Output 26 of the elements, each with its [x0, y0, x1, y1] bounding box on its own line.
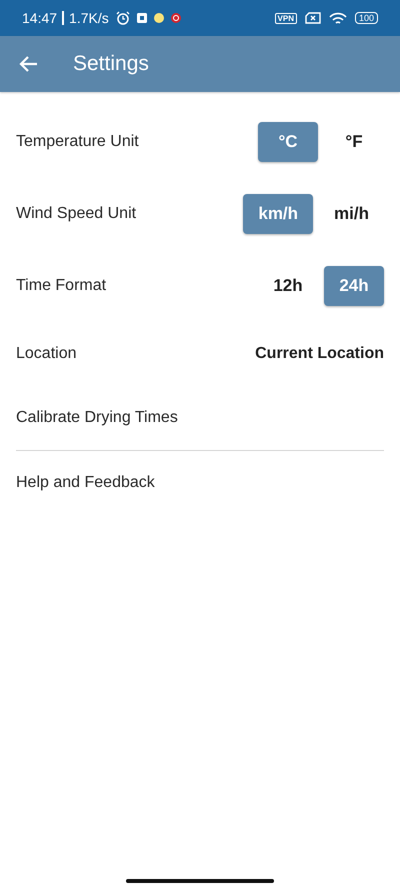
setting-value[interactable]: Current Location: [255, 345, 384, 363]
battery-icon: 100: [354, 12, 378, 24]
unit-option[interactable]: °F: [324, 122, 384, 162]
square-icon: [136, 13, 147, 23]
unit-option[interactable]: 24h: [324, 266, 384, 306]
notification-icon: [170, 13, 181, 23]
setting-label: Time Format: [16, 277, 106, 295]
page-title: Settings: [73, 52, 149, 76]
back-arrow-icon[interactable]: [19, 54, 39, 74]
unit-option[interactable]: km/h: [243, 194, 314, 234]
vpn-badge: VPN: [274, 12, 297, 24]
setting-label[interactable]: Help and Feedback: [16, 474, 155, 492]
setting-label[interactable]: Calibrate Drying Times: [16, 409, 178, 427]
dot-icon: [154, 13, 164, 23]
unit-option[interactable]: mi/h: [319, 194, 384, 234]
status-time: 14:47: [22, 10, 58, 26]
sim-icon: [304, 12, 321, 24]
network-speed: 1.7K/s: [69, 10, 109, 26]
status-separator: [62, 11, 64, 25]
alarm-icon: [116, 11, 130, 25]
setting-label: Location: [16, 345, 76, 363]
unit-option[interactable]: 12h: [258, 266, 318, 306]
wifi-icon: [328, 12, 347, 24]
setting-label: Temperature Unit: [16, 133, 139, 151]
unit-option[interactable]: °C: [258, 122, 318, 162]
setting-label: Wind Speed Unit: [16, 205, 136, 223]
